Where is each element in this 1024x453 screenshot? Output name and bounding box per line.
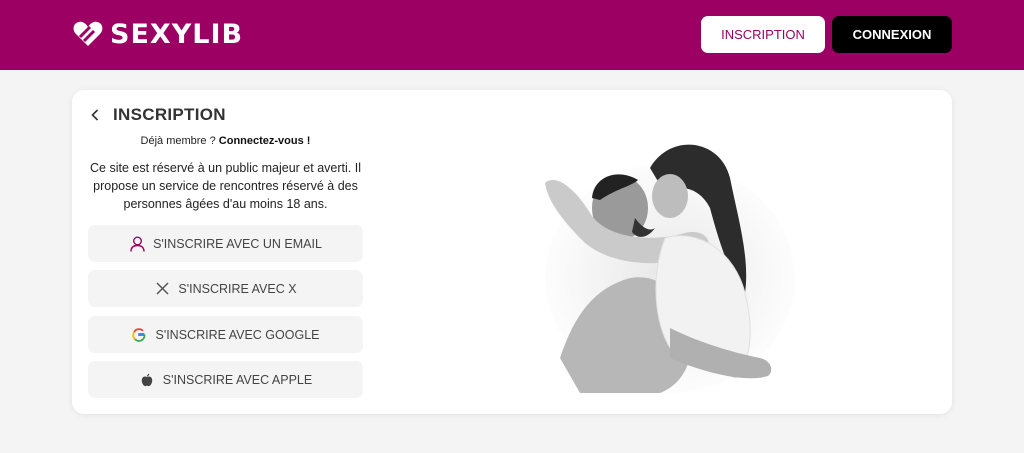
page-title: INSCRIPTION: [113, 105, 226, 124]
signup-x-label: S'INSCRIRE AVEC X: [178, 281, 297, 296]
x-logo-icon: [154, 281, 170, 297]
signup-button[interactable]: INSCRIPTION: [701, 16, 825, 53]
signup-email-button[interactable]: S'INSCRIRE AVEC UN EMAIL: [88, 225, 363, 262]
top-header: SEXYLIB INSCRIPTION CONNEXION: [0, 0, 1024, 70]
signup-apple-button[interactable]: S'INSCRIRE AVEC APPLE: [88, 361, 363, 398]
signup-google-label: S'INSCRIRE AVEC GOOGLE: [155, 327, 320, 342]
site-logo[interactable]: SEXYLIB: [72, 18, 243, 50]
google-logo-icon: [131, 327, 147, 343]
signup-google-button[interactable]: S'INSCRIRE AVEC GOOGLE: [88, 316, 363, 353]
already-member-prefix: Déjà membre ?: [140, 135, 219, 147]
couple-photo: [520, 128, 800, 398]
age-notice: Ce site est réservé à un public majeur e…: [90, 161, 361, 211]
signup-email-label: S'INSCRIRE AVEC UN EMAIL: [153, 236, 322, 251]
apple-logo-icon: [139, 372, 155, 388]
already-member-text: Déjà membre ? Connectez-vous !: [88, 135, 363, 147]
heart-logo-icon: [73, 21, 103, 46]
back-chevron-icon[interactable]: [88, 106, 102, 124]
login-link[interactable]: Connectez-vous !: [219, 135, 311, 147]
login-button[interactable]: CONNEXION: [832, 16, 952, 53]
logo-text: SEXYLIB: [110, 18, 244, 50]
user-icon: [129, 236, 145, 252]
signup-apple-label: S'INSCRIRE AVEC APPLE: [162, 372, 313, 387]
signup-x-button[interactable]: S'INSCRIRE AVEC X: [88, 270, 363, 307]
